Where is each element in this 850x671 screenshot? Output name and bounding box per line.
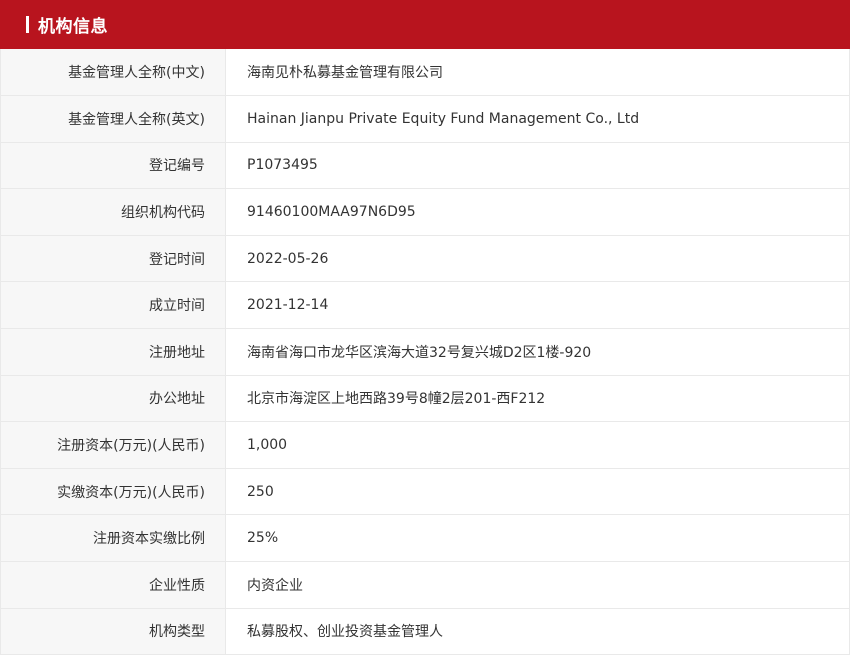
table-row: 实缴资本(万元)(人民币) 250	[0, 468, 850, 516]
row-label: 办公地址	[0, 375, 226, 423]
row-value: 海南见朴私募基金管理有限公司	[225, 49, 850, 97]
row-value: 1,000	[225, 421, 850, 469]
institution-info-panel: 机构信息 基金管理人全称(中文) 海南见朴私募基金管理有限公司 基金管理人全称(…	[0, 0, 850, 656]
row-label: 组织机构代码	[0, 188, 226, 236]
row-value: 250	[225, 468, 850, 516]
row-label: 基金管理人全称(中文)	[0, 49, 226, 97]
row-value: 2021-12-14	[225, 281, 850, 330]
table-row: 办公地址 北京市海淀区上地西路39号8幢2层201-西F212	[0, 375, 850, 423]
row-value: P1073495	[225, 142, 850, 190]
table-row: 注册资本实缴比例 25%	[0, 514, 850, 563]
row-value: 25%	[225, 514, 850, 563]
row-label: 企业性质	[0, 561, 226, 609]
table-row: 登记时间 2022-05-26	[0, 235, 850, 283]
row-value: 北京市海淀区上地西路39号8幢2层201-西F212	[225, 375, 850, 423]
table-row: 机构类型 私募股权、创业投资基金管理人	[0, 608, 850, 656]
row-label: 机构类型	[0, 608, 226, 656]
row-label: 成立时间	[0, 281, 226, 330]
section-header: 机构信息	[0, 0, 850, 49]
section-title: 机构信息	[38, 17, 108, 37]
table-row: 注册地址 海南省海口市龙华区滨海大道32号复兴城D2区1楼-920	[0, 328, 850, 376]
table-row: 组织机构代码 91460100MAA97N6D95	[0, 188, 850, 236]
row-label: 登记时间	[0, 235, 226, 283]
row-value: 海南省海口市龙华区滨海大道32号复兴城D2区1楼-920	[225, 328, 850, 376]
row-value: 内资企业	[225, 561, 850, 609]
row-value: Hainan Jianpu Private Equity Fund Manage…	[225, 95, 850, 143]
row-label: 基金管理人全称(英文)	[0, 95, 226, 143]
row-label: 实缴资本(万元)(人民币)	[0, 468, 226, 516]
table-row: 企业性质 内资企业	[0, 561, 850, 609]
row-value: 91460100MAA97N6D95	[225, 188, 850, 236]
info-table: 基金管理人全称(中文) 海南见朴私募基金管理有限公司 基金管理人全称(英文) H…	[0, 49, 850, 656]
table-row: 注册资本(万元)(人民币) 1,000	[0, 421, 850, 469]
row-label: 注册资本(万元)(人民币)	[0, 421, 226, 469]
row-label: 登记编号	[0, 142, 226, 190]
row-label: 注册地址	[0, 328, 226, 376]
table-row: 基金管理人全称(英文) Hainan Jianpu Private Equity…	[0, 95, 850, 143]
row-value: 私募股权、创业投资基金管理人	[225, 608, 850, 656]
table-row: 基金管理人全称(中文) 海南见朴私募基金管理有限公司	[0, 49, 850, 97]
header-accent-bar	[26, 16, 29, 33]
table-row: 成立时间 2021-12-14	[0, 281, 850, 330]
row-value: 2022-05-26	[225, 235, 850, 283]
table-row: 登记编号 P1073495	[0, 142, 850, 190]
row-label: 注册资本实缴比例	[0, 514, 226, 563]
